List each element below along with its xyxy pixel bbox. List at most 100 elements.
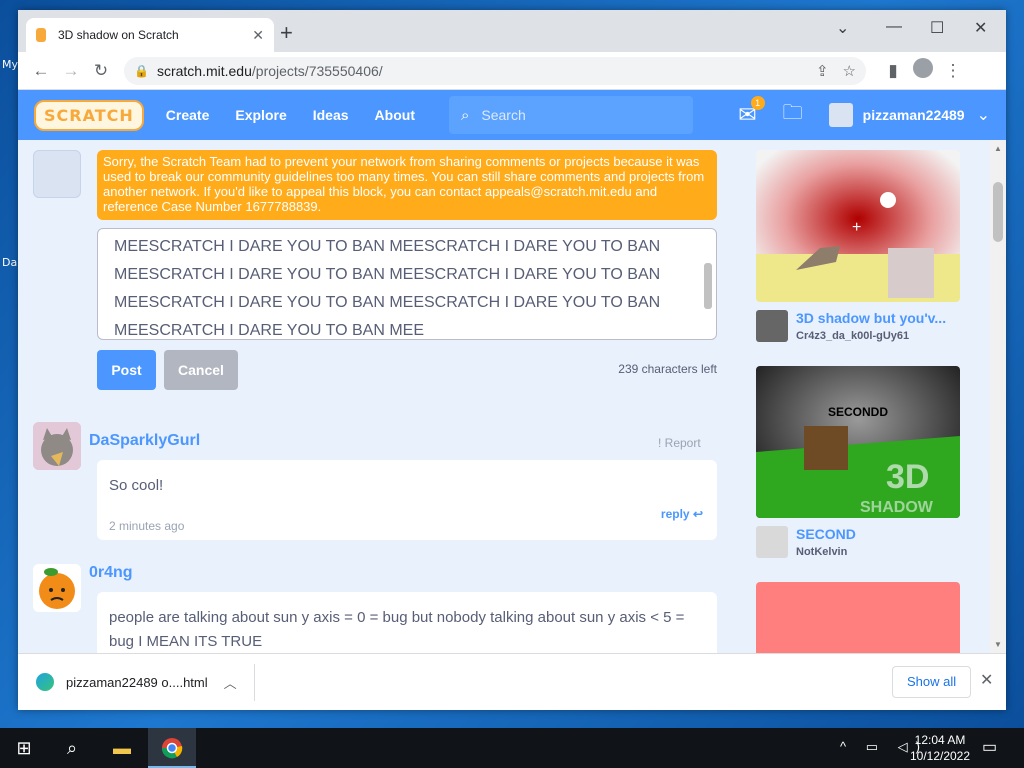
report-flag-icon: ! xyxy=(658,436,665,450)
account-chevron-down-icon[interactable]: ⌄ xyxy=(977,105,990,125)
post-button[interactable]: Post xyxy=(97,350,156,390)
browser-toolbar: ← → ↻ 🔒 scratch.mit.edu/projects/7355504… xyxy=(18,52,1006,90)
lock-icon[interactable]: 🔒 xyxy=(134,64,149,78)
back-arrow-icon[interactable]: ← xyxy=(26,61,56,81)
project-title[interactable]: 3D shadow but you'v... xyxy=(796,310,966,326)
tab-strip: 3D shadow on Scratch ✕ + ⌄ — ☐ ✕ xyxy=(18,10,1006,52)
nav-explore[interactable]: Explore xyxy=(235,107,286,123)
new-tab-button[interactable]: + xyxy=(280,22,293,44)
nav-create[interactable]: Create xyxy=(166,107,210,123)
browser-tab[interactable]: 3D shadow on Scratch ✕ xyxy=(26,18,274,52)
comment-timestamp: 2 minutes ago xyxy=(109,519,185,533)
commenter-avatar[interactable] xyxy=(33,422,81,470)
divider xyxy=(254,664,255,701)
network-block-warning: Sorry, the Scratch Team had to prevent y… xyxy=(97,150,717,220)
author-avatar[interactable] xyxy=(756,526,788,558)
scroll-up-arrow-icon[interactable]: ▲ xyxy=(994,144,1002,153)
show-all-button[interactable]: Show all xyxy=(892,666,972,698)
comment-bubble: people are talking about sun y axis = 0 … xyxy=(97,592,717,653)
page-scrollbar[interactable]: ▲ ▼ xyxy=(990,140,1006,653)
scratch-logo[interactable]: SCRATCH xyxy=(34,99,144,131)
clock-date: 10/12/2022 xyxy=(909,749,971,763)
desktop-icon-label[interactable]: Da xyxy=(2,256,17,269)
comment-text-line: MEESCRATCH I DARE YOU TO BAN MEE xyxy=(114,322,424,339)
user-avatar[interactable] xyxy=(828,103,853,127)
comment-text-line: MEESCRATCH I DARE YOU TO BAN MEESCRATCH … xyxy=(114,294,661,311)
reply-label: reply xyxy=(660,507,690,521)
taskbar: ⊞ ⌕ ▬ ^ ▭ ◁) 12:04 AM 10/12/2022 ▭ xyxy=(0,728,1024,768)
comment-text-line: MEESCRATCH I DARE YOU TO BAN MEESCRATCH … xyxy=(114,238,661,255)
characters-left: 239 characters left xyxy=(618,362,717,376)
reload-icon[interactable]: ↻ xyxy=(86,61,116,81)
downloads-bar: pizzaman22489 o....html ︿ Show all ✕ xyxy=(18,653,1006,710)
download-options-chevron-icon[interactable]: ︿ xyxy=(224,673,237,692)
address-bar[interactable]: 🔒 scratch.mit.edu/projects/735550406/ ⇪ … xyxy=(124,56,866,85)
clock-time: 12:04 AM xyxy=(914,733,966,747)
comment-text: people are talking about sun y axis = 0 … xyxy=(109,609,685,650)
cat-avatar-icon xyxy=(33,422,81,470)
comment-text-line: MEESCRATCH I DARE YOU TO BAN MEESCRATCH … xyxy=(114,266,661,283)
clock[interactable]: 12:04 AM 10/12/2022 xyxy=(906,732,974,764)
download-filename[interactable]: pizzaman22489 o....html xyxy=(66,675,208,690)
username[interactable]: pizzaman22489 xyxy=(863,107,965,123)
nav-ideas[interactable]: Ideas xyxy=(313,107,349,123)
project-thumbnail[interactable] xyxy=(756,582,960,653)
menu-kebab-icon[interactable]: ⋮ xyxy=(938,61,968,81)
url-host: scratch.mit.edu xyxy=(156,62,252,79)
minimize-button[interactable]: — xyxy=(886,18,902,36)
side-panel-icon[interactable]: ▮ xyxy=(878,61,908,81)
comment-bubble: So cool! 2 minutes ago reply ↩ xyxy=(97,460,717,540)
project-page-content: Sorry, the Scratch Team had to prevent y… xyxy=(18,140,990,653)
reply-button[interactable]: reply ↩ xyxy=(661,502,703,526)
comment-textarea[interactable]: MEESCRATCH I DARE YOU TO BAN MEESCRATCH … xyxy=(97,228,717,340)
profile-icon[interactable] xyxy=(908,58,938,83)
browser-window: 3D shadow on Scratch ✕ + ⌄ — ☐ ✕ ← → ↻ 🔒… xyxy=(18,10,1006,710)
close-downloads-icon[interactable]: ✕ xyxy=(980,670,993,690)
cancel-button[interactable]: Cancel xyxy=(164,350,238,390)
svg-text:SHADOW: SHADOW xyxy=(860,499,934,516)
chrome-icon[interactable] xyxy=(148,728,196,768)
url-path: /projects/735550406/ xyxy=(251,62,383,79)
orange-avatar-icon xyxy=(33,564,81,612)
project-author[interactable]: Cr4z3_da_k00l-gUy61 xyxy=(796,330,909,342)
report-label: Report xyxy=(664,436,701,450)
desktop-icon-label[interactable]: My xyxy=(2,58,18,71)
windows-start-icon[interactable]: ⊞ xyxy=(0,728,48,768)
comment-username[interactable]: 0r4ng xyxy=(89,564,133,582)
scratch-favicon-icon xyxy=(36,28,46,42)
file-explorer-icon[interactable]: ▬ xyxy=(98,728,146,768)
comment-text: So cool! xyxy=(109,477,164,494)
notifications-icon[interactable]: ▭ xyxy=(982,737,997,757)
my-stuff-folder-icon[interactable]: 🗀 xyxy=(783,98,803,132)
edge-file-icon xyxy=(36,673,54,691)
project-title[interactable]: SECOND xyxy=(796,526,966,542)
project-author[interactable]: NotKelvin xyxy=(796,546,847,558)
share-icon[interactable]: ⇪ xyxy=(816,62,829,80)
report-link[interactable]: ! Report xyxy=(658,436,701,450)
svg-text:SECONDD: SECONDD xyxy=(828,405,888,419)
search-placeholder: Search xyxy=(481,107,526,123)
maximize-button[interactable]: ☐ xyxy=(930,18,944,38)
comment-username[interactable]: DaSparklyGurl xyxy=(89,432,200,450)
nav-about[interactable]: About xyxy=(375,107,415,123)
svg-text:+: + xyxy=(852,219,861,236)
textarea-scrollbar[interactable] xyxy=(702,233,714,335)
scroll-thumb[interactable] xyxy=(993,182,1003,242)
commenter-avatar[interactable] xyxy=(33,564,81,612)
tab-title: 3D shadow on Scratch xyxy=(58,28,179,42)
my-avatar xyxy=(33,150,81,198)
search-icon[interactable]: ⌕ xyxy=(48,728,96,768)
close-tab-icon[interactable]: ✕ xyxy=(252,27,264,44)
scroll-down-arrow-icon[interactable]: ▼ xyxy=(994,640,1002,649)
project-thumbnail[interactable]: + xyxy=(756,150,960,302)
close-window-button[interactable]: ✕ xyxy=(974,18,987,38)
search-input[interactable]: ⌕ Search xyxy=(448,96,693,134)
search-icon: ⌕ xyxy=(460,106,470,124)
bookmark-star-icon[interactable]: ☆ xyxy=(843,62,856,80)
forward-arrow-icon[interactable]: → xyxy=(56,61,86,81)
project-thumbnail[interactable]: SECONDD 3D SHADOW xyxy=(756,366,960,518)
messages-icon[interactable]: ✉ 1 xyxy=(738,96,765,128)
tab-search-chevron-icon[interactable]: ⌄ xyxy=(836,18,849,38)
scratch-navbar: SCRATCH Create Explore Ideas About ⌕ Sea… xyxy=(18,90,1006,140)
author-avatar[interactable] xyxy=(756,310,788,342)
